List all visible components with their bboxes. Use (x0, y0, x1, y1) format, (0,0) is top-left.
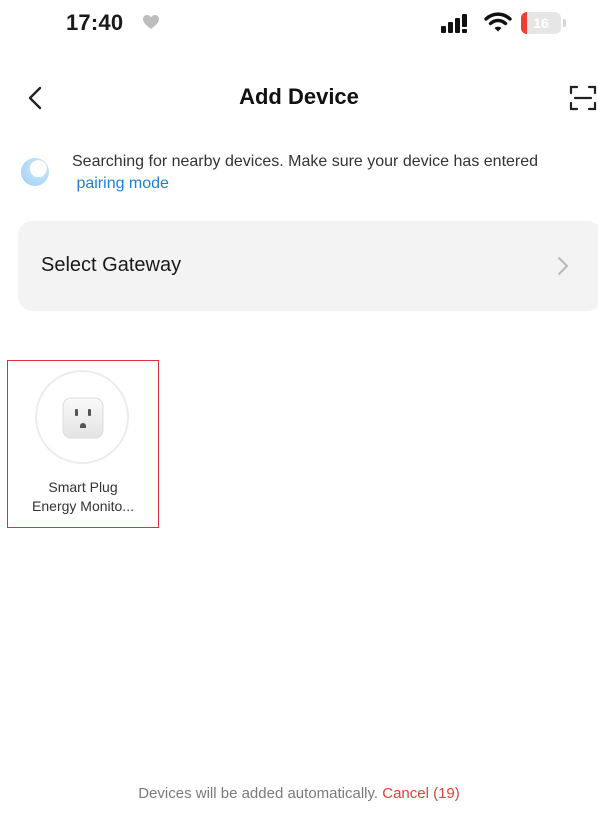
searching-notice: Searching for nearby devices. Make sure … (72, 151, 572, 195)
status-time: 17:40 (66, 10, 124, 35)
device-name-line2: Energy Monito... (32, 498, 134, 514)
notice-text: Searching for nearby devices. Make sure … (72, 153, 539, 170)
smart-plug-icon (62, 397, 104, 439)
wifi-icon (484, 12, 512, 32)
searching-spinner-icon (21, 158, 49, 186)
device-icon-circle (35, 370, 129, 464)
device-name: Smart Plug Energy Monito... (8, 478, 158, 516)
device-tile-smart-plug[interactable]: Smart Plug Energy Monito... (7, 360, 159, 528)
device-name-line1: Smart Plug (48, 479, 118, 495)
chevron-right-icon (558, 257, 568, 275)
footer-message: Devices will be added automatically. Can… (0, 785, 598, 802)
battery-level: 16 (533, 15, 549, 31)
heart-icon (143, 15, 159, 29)
footer-text: Devices will be added automatically. (138, 785, 379, 802)
add-device-screen: 17:40 16 Add Device Searching for nearby… (0, 0, 598, 834)
page-title: Add Device (239, 84, 359, 109)
select-gateway-label: Select Gateway (41, 254, 182, 276)
cancel-button[interactable]: Cancel (19) (382, 785, 460, 802)
scan-button[interactable] (569, 84, 597, 112)
battery-cap (563, 19, 566, 27)
signal-icon (441, 14, 467, 33)
battery-indicator: 16 (521, 12, 561, 34)
scan-icon (569, 85, 597, 111)
select-gateway-row[interactable]: Select Gateway (18, 221, 598, 311)
pairing-mode-link[interactable]: pairing mode (76, 175, 169, 192)
